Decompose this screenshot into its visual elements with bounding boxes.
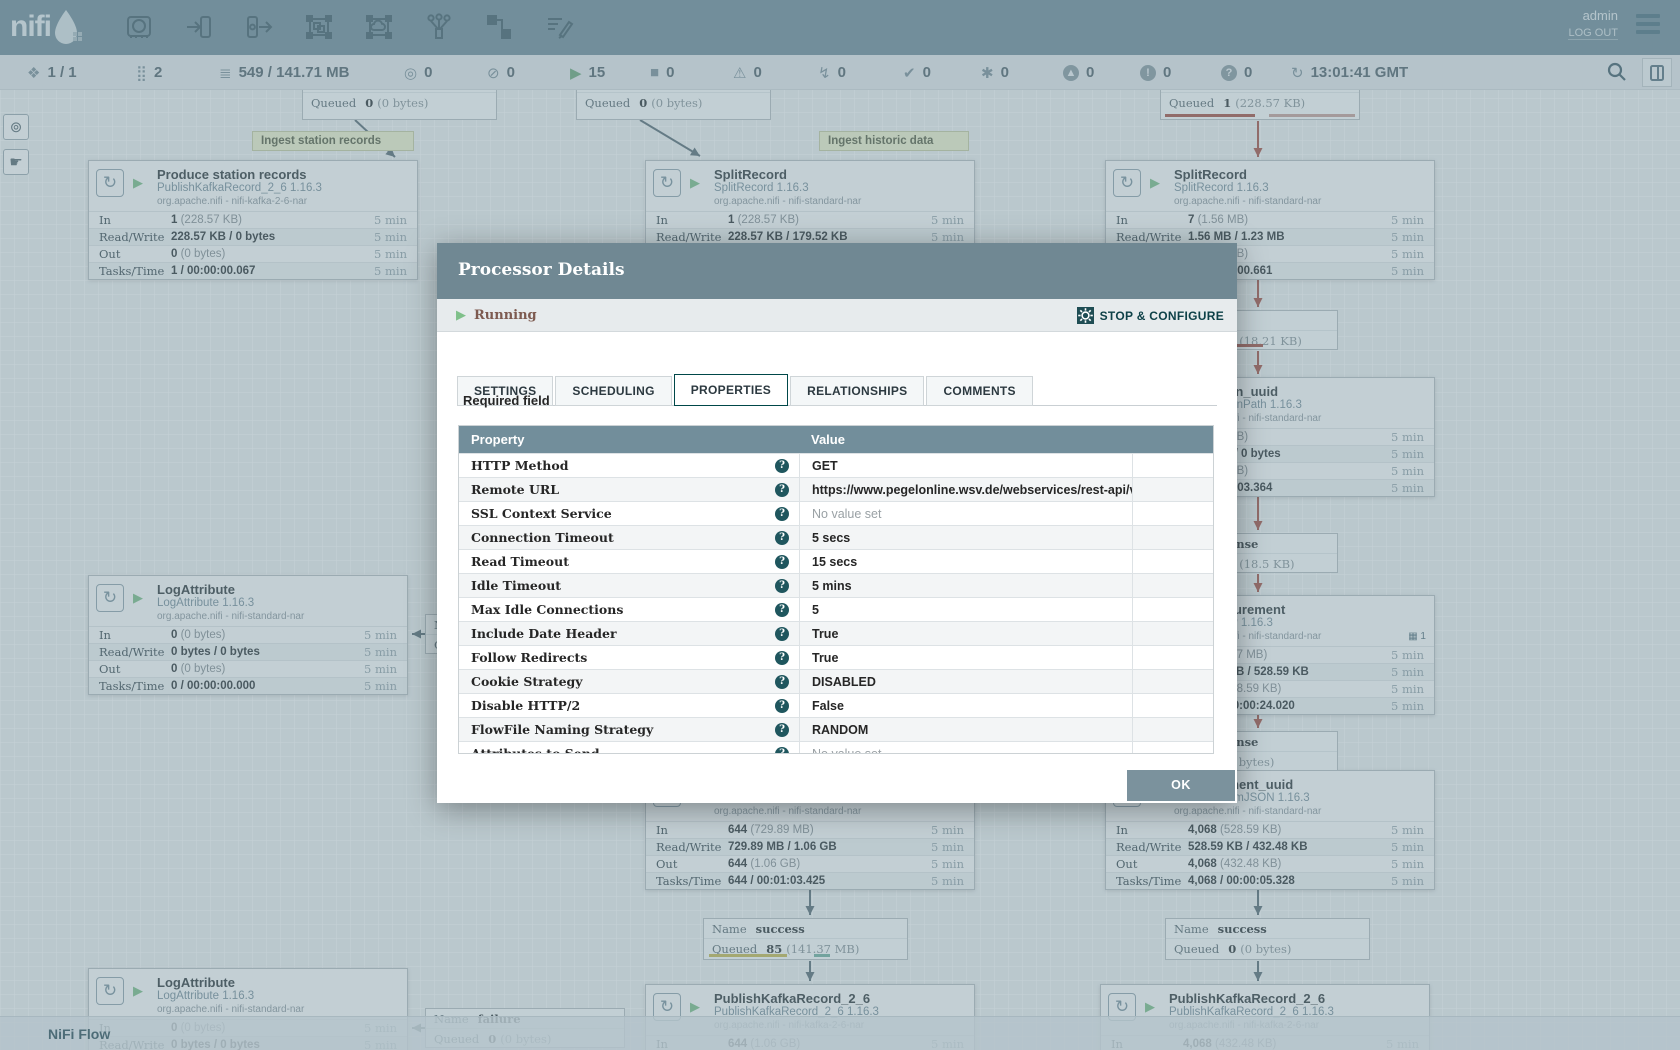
property-row: Idle Timeout? 5 mins xyxy=(459,573,1213,597)
property-row: Include Date Header? True xyxy=(459,621,1213,645)
property-row: Remote URL? https://www.pegelonline.wsv.d… xyxy=(459,477,1213,501)
property-value: No value set xyxy=(799,502,1132,525)
property-row: Disable HTTP/2? False xyxy=(459,693,1213,717)
property-row: HTTP Method? GET xyxy=(459,453,1213,477)
property-name: Read Timeout xyxy=(471,554,569,569)
property-name: Connection Timeout xyxy=(471,530,614,545)
required-field-note: Required field xyxy=(463,393,550,408)
property-name: Follow Redirects xyxy=(471,650,587,665)
property-name: SSL Context Service xyxy=(471,506,612,521)
processor-details-dialog: Processor Details ▶ Running STOP & C xyxy=(437,243,1237,803)
help-icon[interactable]: ? xyxy=(775,555,789,569)
property-row-spacer xyxy=(1132,694,1213,717)
property-value: https://www.pegelonline.wsv.de/webservic… xyxy=(799,478,1132,501)
properties-table-header: Property Value xyxy=(459,426,1213,453)
properties-table: Property Value HTTP Method?GETRemote URL… xyxy=(458,425,1214,754)
help-icon[interactable]: ? xyxy=(775,459,789,473)
run-status: ▶ Running xyxy=(456,307,537,323)
property-name: Disable HTTP/2 xyxy=(471,698,580,713)
dialog-title: Processor Details xyxy=(437,243,1237,299)
property-row: Attributes to Send? No value set xyxy=(459,741,1213,754)
value-column-header: Value xyxy=(799,432,1213,447)
property-value: DISABLED xyxy=(799,670,1132,693)
tab-properties[interactable]: PROPERTIES xyxy=(674,374,788,406)
help-icon[interactable]: ? xyxy=(775,579,789,593)
property-name: Attributes to Send xyxy=(471,746,600,754)
help-icon[interactable]: ? xyxy=(775,627,789,641)
help-icon[interactable]: ? xyxy=(775,699,789,713)
property-name: Idle Timeout xyxy=(471,578,561,593)
stop-and-configure-button[interactable]: STOP & CONFIGURE xyxy=(1077,307,1224,324)
property-row-spacer xyxy=(1132,526,1213,549)
property-row: Max Idle Connections? 5 xyxy=(459,597,1213,621)
tab-scheduling[interactable]: SCHEDULING xyxy=(555,376,671,406)
property-name: Max Idle Connections xyxy=(471,602,623,617)
property-row: Connection Timeout? 5 secs xyxy=(459,525,1213,549)
run-status-label: Running xyxy=(474,308,537,323)
property-row-spacer xyxy=(1132,454,1213,477)
property-value: True xyxy=(799,622,1132,645)
property-value: True xyxy=(799,646,1132,669)
property-row-spacer xyxy=(1132,622,1213,645)
dialog-status-strip: ▶ Running STOP & CONFIGURE xyxy=(437,299,1237,332)
property-value: No value set xyxy=(799,742,1132,754)
property-row-spacer xyxy=(1132,598,1213,621)
property-value: False xyxy=(799,694,1132,717)
ok-button[interactable]: OK xyxy=(1127,770,1235,801)
help-icon[interactable]: ? xyxy=(775,723,789,737)
tab-comments[interactable]: COMMENTS xyxy=(926,376,1032,406)
property-row: Read Timeout? 15 secs xyxy=(459,549,1213,573)
property-column-header: Property xyxy=(459,432,799,447)
gear-icon xyxy=(1077,307,1094,324)
help-icon[interactable]: ? xyxy=(775,531,789,545)
help-icon[interactable]: ? xyxy=(775,651,789,665)
property-value: GET xyxy=(799,454,1132,477)
tab-relationships[interactable]: RELATIONSHIPS xyxy=(790,376,924,406)
property-value: 5 mins xyxy=(799,574,1132,597)
property-row: Follow Redirects? True xyxy=(459,645,1213,669)
property-value: 5 xyxy=(799,598,1132,621)
help-icon[interactable]: ? xyxy=(775,483,789,497)
property-name: Remote URL xyxy=(471,482,559,497)
help-icon[interactable]: ? xyxy=(775,603,789,617)
help-icon[interactable]: ? xyxy=(775,747,789,754)
property-value: RANDOM xyxy=(799,718,1132,741)
property-value: 5 secs xyxy=(799,526,1132,549)
property-value: 15 secs xyxy=(799,550,1132,573)
property-row-spacer xyxy=(1132,646,1213,669)
property-name: Cookie Strategy xyxy=(471,674,583,689)
property-name: Include Date Header xyxy=(471,626,617,641)
dialog-tabs: SETTINGSSCHEDULINGPROPERTIESRELATIONSHIP… xyxy=(457,375,1217,406)
property-row-spacer xyxy=(1132,478,1213,501)
property-name: HTTP Method xyxy=(471,458,568,473)
help-icon[interactable]: ? xyxy=(775,507,789,521)
nifi-app: Ingest station recordsIngest historic da… xyxy=(0,0,1680,1050)
property-row-spacer xyxy=(1132,550,1213,573)
help-icon[interactable]: ? xyxy=(775,675,789,689)
stop-and-configure-label: STOP & CONFIGURE xyxy=(1100,309,1224,323)
property-row-spacer xyxy=(1132,718,1213,741)
property-row: FlowFile Naming Strategy? RANDOM xyxy=(459,717,1213,741)
property-row-spacer xyxy=(1132,574,1213,597)
running-icon: ▶ xyxy=(456,307,466,323)
property-row-spacer xyxy=(1132,742,1213,754)
property-row: Cookie Strategy? DISABLED xyxy=(459,669,1213,693)
property-name: FlowFile Naming Strategy xyxy=(471,722,653,737)
property-row-spacer xyxy=(1132,502,1213,525)
property-row: SSL Context Service? No value set xyxy=(459,501,1213,525)
property-row-spacer xyxy=(1132,670,1213,693)
